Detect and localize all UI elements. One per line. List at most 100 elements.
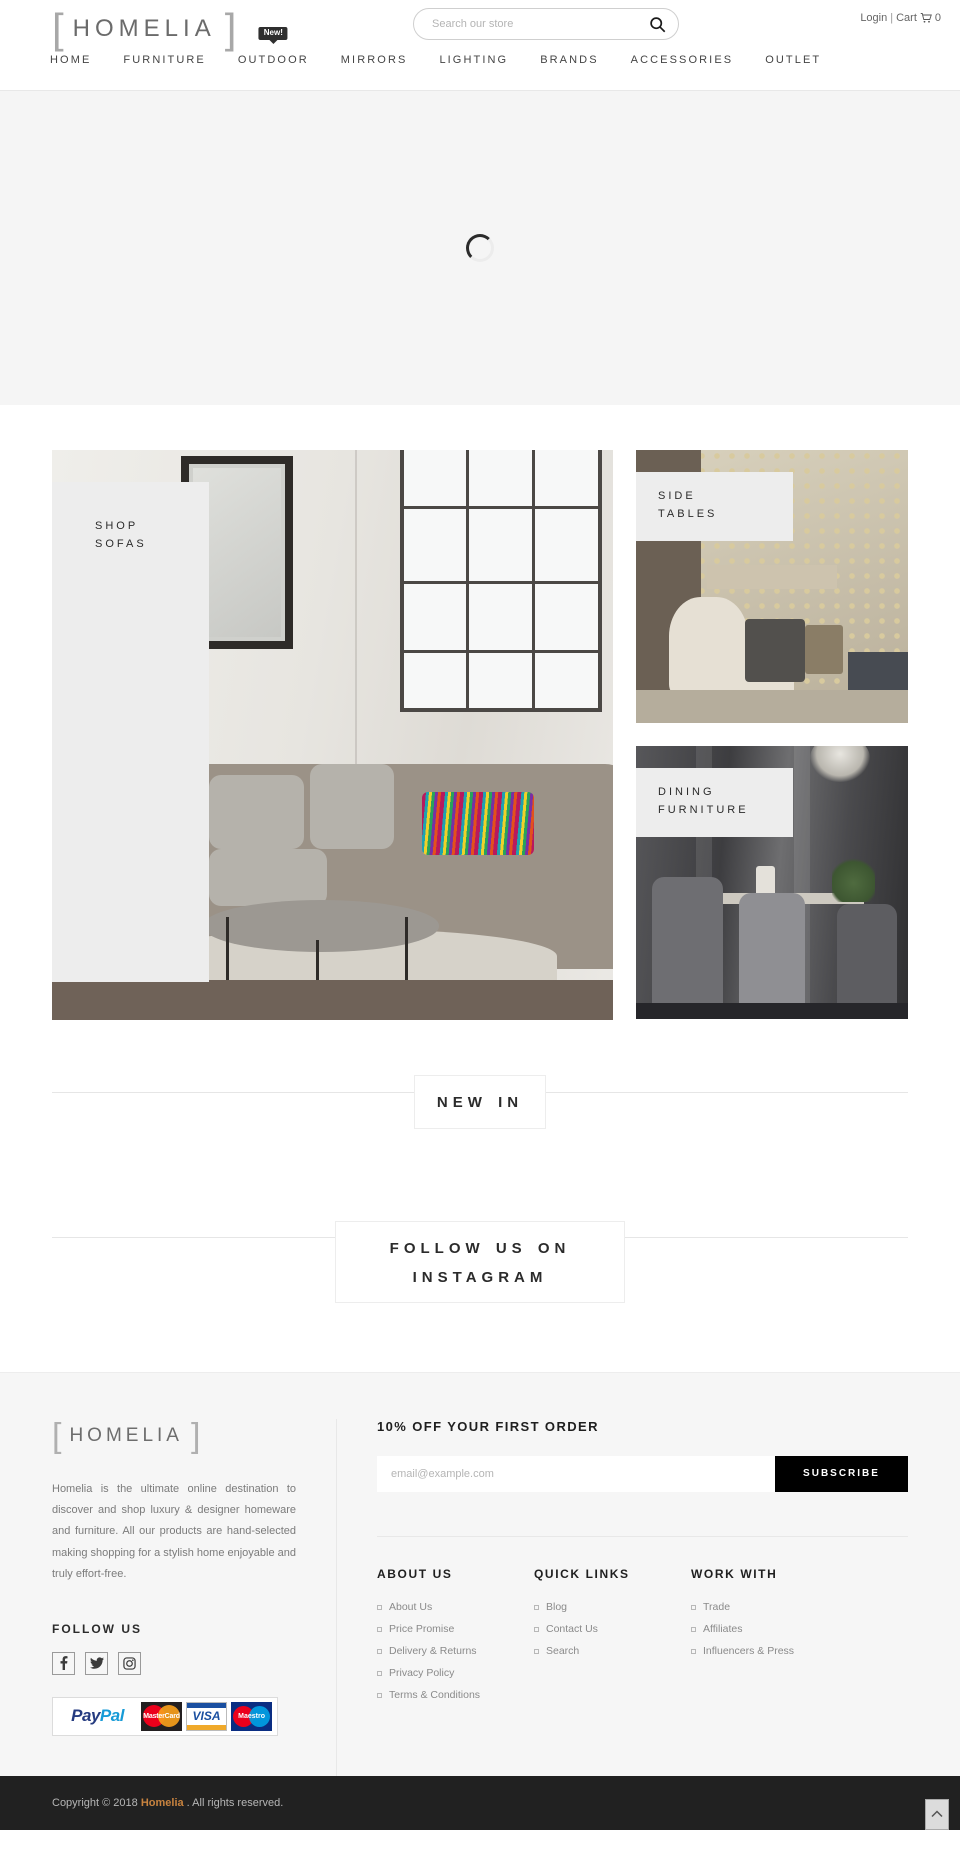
newsletter-email-input[interactable]	[377, 1455, 775, 1492]
logo-close-bracket: ]	[224, 5, 237, 52]
tile-label-line2: SOFAS	[95, 538, 147, 551]
nav-label: OUTDOOR	[237, 54, 309, 66]
footer-description: Homelia is the ultimate online destinati…	[52, 1482, 296, 1581]
list-item: Contact Us	[534, 1623, 691, 1635]
search-input[interactable]	[414, 9, 640, 39]
bullet-icon	[377, 1626, 382, 1632]
copyright-bar: Copyright © 2018 Homelia . All rights re…	[0, 1775, 960, 1830]
section-title-rest: INSTAGRAM	[412, 1268, 548, 1286]
nav-label: LIGHTING	[439, 54, 509, 66]
footer-link[interactable]: Delivery & Returns	[389, 1645, 477, 1657]
copyright-brand: Homelia	[140, 1796, 184, 1809]
search-icon	[649, 16, 665, 32]
facebook-icon[interactable]	[52, 1651, 75, 1675]
section-heading-instagram: FOLLOW US ON INSTAGRAM	[0, 1208, 960, 1315]
hero-carousel[interactable]	[0, 91, 960, 405]
nav-item-home[interactable]: HOME	[50, 48, 107, 72]
nav-label: BRANDS	[540, 54, 599, 66]
list-item: About Us	[377, 1601, 534, 1613]
main-navigation: HOME FURNITURE New! OUTDOOR MIRRORS LIGH…	[50, 27, 837, 72]
list-item: Search	[534, 1645, 691, 1657]
scroll-to-top-button[interactable]	[925, 1798, 949, 1830]
site-header: [ HOMELIA ] Login | Cart 0	[0, 0, 960, 91]
bullet-icon	[377, 1604, 382, 1610]
copyright-prefix: Copyright © 2018	[52, 1796, 141, 1809]
footer-link[interactable]: Search	[546, 1645, 579, 1657]
twitter-icon[interactable]	[85, 1651, 108, 1675]
footer-link[interactable]: Affiliates	[703, 1623, 743, 1635]
search-bar[interactable]	[413, 8, 679, 40]
footer-logo-close-bracket: ]	[190, 1416, 201, 1455]
payment-methods: Pay Pal MasterCard VISA Maestro	[52, 1696, 278, 1736]
copyright-suffix: . All rights reserved.	[183, 1796, 284, 1809]
footer-link[interactable]: Trade	[703, 1601, 730, 1613]
visa-badge: VISA	[186, 1701, 228, 1731]
footer-link[interactable]: Price Promise	[389, 1623, 454, 1635]
list-item: Price Promise	[377, 1623, 534, 1635]
nav-item-furniture[interactable]: FURNITURE	[107, 48, 221, 72]
subscribe-button[interactable]: SUBSCRIBE	[775, 1455, 908, 1492]
login-link[interactable]: Login	[860, 12, 887, 24]
footer-logo[interactable]: [ HOMELIA ]	[52, 1419, 296, 1453]
category-tiles: SHOP SOFAS SIDE TABLES DINING FURNITURE	[0, 405, 960, 1020]
nav-label: FURNITURE	[123, 54, 206, 66]
footer-main-column: 10% OFF YOUR FIRST ORDER SUBSCRIBE ABOUT…	[337, 1419, 908, 1776]
logo-open-bracket: [	[52, 5, 64, 52]
bullet-icon	[534, 1648, 539, 1654]
bullet-icon	[377, 1670, 382, 1676]
section-title-boxed: NEW	[436, 1094, 487, 1112]
footer-logo-text: HOMELIA	[69, 1424, 183, 1446]
tile-label-side-tables: SIDE TABLES	[636, 472, 793, 542]
footer-link[interactable]: Influencers & Press	[703, 1645, 794, 1657]
nav-item-accessories[interactable]: ACCESSORIES	[615, 48, 750, 72]
list-item: Trade	[691, 1601, 848, 1613]
cart-icon[interactable]	[920, 12, 932, 24]
tile-dining-furniture[interactable]: DINING FURNITURE	[636, 746, 908, 1019]
footer-link[interactable]: Contact Us	[546, 1623, 598, 1635]
follow-us-title: FOLLOW US	[52, 1621, 142, 1636]
footer-link[interactable]: About Us	[389, 1601, 432, 1613]
bullet-icon	[691, 1604, 696, 1610]
nav-item-lighting[interactable]: LIGHTING	[423, 48, 524, 72]
section-title-instagram: FOLLOW US ON INSTAGRAM	[335, 1220, 625, 1304]
instagram-icon[interactable]	[118, 1651, 141, 1675]
tile-side-tables[interactable]: SIDE TABLES	[636, 450, 908, 723]
paypal-part2: Pal	[99, 1706, 125, 1726]
footer-column-heading: ABOUT US	[377, 1566, 453, 1581]
tile-label-dining-furniture: DINING FURNITURE	[636, 768, 793, 838]
instagram-feed	[0, 1316, 960, 1372]
search-submit-button[interactable]	[640, 9, 674, 39]
newsletter-form: SUBSCRIBE	[377, 1455, 908, 1492]
nav-item-mirrors[interactable]: MIRRORS	[325, 48, 424, 72]
footer-link[interactable]: Privacy Policy	[389, 1667, 454, 1679]
new-in-products	[0, 1141, 960, 1165]
cart-link[interactable]: Cart	[896, 12, 917, 24]
nav-item-outdoor[interactable]: New! OUTDOOR	[222, 27, 325, 72]
footer-column-quick-links: QUICK LINKS Blog Contact Us Search	[534, 1567, 691, 1711]
cart-count: 0	[934, 12, 941, 24]
site-logo[interactable]: [ HOMELIA ]	[52, 6, 236, 52]
section-title-boxed: FOLLOW US ON	[389, 1239, 571, 1257]
nav-item-brands[interactable]: BRANDS	[524, 48, 614, 72]
section-title-new-in: NEW IN	[413, 1075, 547, 1129]
mastercard-label: MasterCard	[143, 1712, 180, 1720]
tile-label-line2: TABLES	[658, 508, 718, 521]
account-separator: |	[890, 12, 894, 24]
bullet-icon	[377, 1648, 382, 1654]
list-item: Delivery & Returns	[377, 1645, 534, 1657]
tile-label-line1: SIDE	[658, 490, 696, 502]
footer-link[interactable]: Terms & Conditions	[389, 1689, 480, 1701]
footer-link[interactable]: Blog	[546, 1601, 567, 1613]
copyright-text: Copyright © 2018 Homelia . All rights re…	[52, 1797, 283, 1809]
footer-link-columns: ABOUT US About Us Price Promise Delivery…	[377, 1535, 908, 1711]
nav-new-badge: New!	[258, 27, 288, 40]
social-links	[52, 1651, 296, 1675]
section-heading-new-in: NEW IN	[0, 1063, 960, 1141]
tile-label-shop-sofas: SHOP SOFAS	[52, 482, 209, 982]
nav-item-outlet[interactable]: OUTLET	[749, 48, 837, 72]
footer-column-about-us: ABOUT US About Us Price Promise Delivery…	[377, 1567, 534, 1711]
tile-shop-sofas[interactable]: SHOP SOFAS	[52, 450, 613, 1020]
paypal-badge: Pay Pal	[58, 1702, 137, 1731]
bullet-icon	[691, 1626, 696, 1632]
account-bar: Login | Cart 0	[860, 12, 941, 24]
